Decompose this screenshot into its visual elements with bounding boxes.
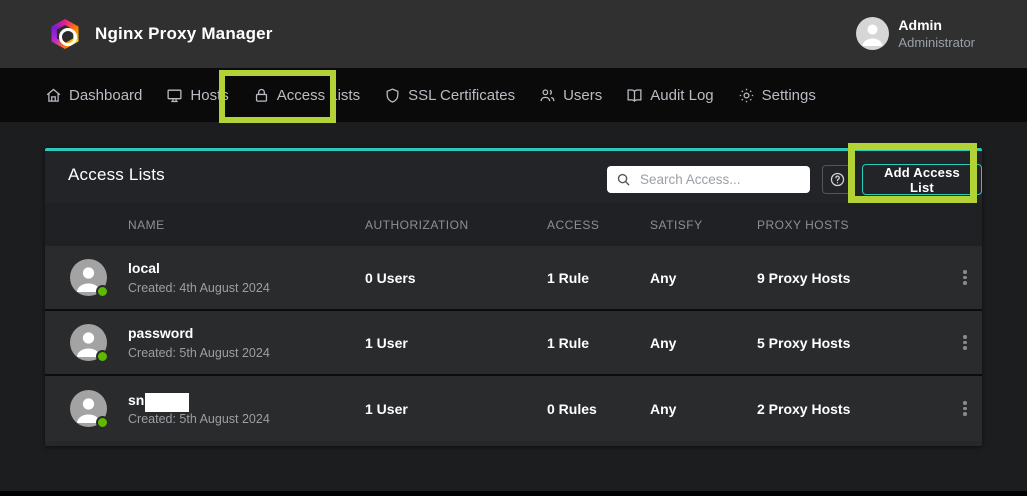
nav-item-settings[interactable]: Settings bbox=[738, 87, 816, 104]
access-list-created: Created: 4th August 2024 bbox=[128, 279, 270, 297]
nav-item-label: Audit Log bbox=[650, 87, 713, 104]
proxy-hosts-value: 2 Proxy Hosts bbox=[757, 401, 948, 417]
row-actions-kebab-icon[interactable] bbox=[948, 395, 982, 422]
nav-item-label: Access Lists bbox=[277, 87, 360, 104]
users-icon bbox=[539, 87, 556, 104]
main-nav: Dashboard Hosts Access Lists SSL Certifi… bbox=[0, 68, 1027, 122]
proxy-hosts-value: 5 Proxy Hosts bbox=[757, 335, 948, 351]
access-value: 1 Rule bbox=[547, 270, 650, 286]
access-list-name: local bbox=[128, 258, 270, 278]
access-value: 1 Rule bbox=[547, 335, 650, 351]
access-list-avatar bbox=[70, 324, 107, 361]
access-list-created: Created: 5th August 2024 bbox=[128, 344, 270, 362]
app-window: Nginx Proxy Manager Admin Administrator … bbox=[0, 0, 1027, 496]
column-header-proxy-hosts: PROXY HOSTS bbox=[757, 218, 948, 232]
book-icon bbox=[626, 87, 643, 104]
gear-icon bbox=[738, 87, 755, 104]
nav-item-label: SSL Certificates bbox=[408, 87, 515, 104]
home-icon bbox=[45, 87, 62, 104]
row-actions-kebab-icon[interactable] bbox=[948, 329, 982, 356]
nav-item-label: Users bbox=[563, 87, 602, 104]
status-online-dot bbox=[96, 285, 109, 298]
nav-item-ssl-certificates[interactable]: SSL Certificates bbox=[384, 87, 515, 104]
bottom-edge-strip bbox=[0, 491, 1027, 496]
search-field-wrap bbox=[607, 166, 810, 193]
monitor-icon bbox=[166, 87, 183, 104]
user-menu[interactable]: Admin Administrator bbox=[856, 17, 975, 51]
user-name: Admin bbox=[898, 17, 975, 35]
panel-header: Access Lists Add Access List bbox=[45, 151, 982, 203]
app-header: Nginx Proxy Manager Admin Administrator bbox=[0, 0, 1027, 68]
search-input[interactable] bbox=[607, 166, 810, 193]
nav-item-users[interactable]: Users bbox=[539, 87, 602, 104]
nav-item-audit-log[interactable]: Audit Log bbox=[626, 87, 713, 104]
access-list-name: password bbox=[128, 323, 270, 343]
table-row-password[interactable]: password Created: 5th August 2024 1 User… bbox=[45, 311, 982, 376]
table-body: local Created: 4th August 2024 0 Users 1… bbox=[45, 246, 982, 441]
column-header-authorization: AUTHORIZATION bbox=[365, 218, 547, 232]
access-lists-panel: Access Lists Add Access List NAME AUTHOR… bbox=[45, 148, 982, 446]
column-header-name: NAME bbox=[45, 218, 365, 232]
nav-item-label: Settings bbox=[762, 87, 816, 104]
authorization-value: 0 Users bbox=[365, 270, 547, 286]
access-list-avatar bbox=[70, 390, 107, 427]
access-list-created: Created: 5th August 2024 bbox=[128, 410, 270, 428]
authorization-value: 1 User bbox=[365, 335, 547, 351]
nav-item-label: Hosts bbox=[190, 87, 228, 104]
question-circle-icon bbox=[829, 171, 846, 188]
nav-item-access-lists[interactable]: Access Lists bbox=[253, 87, 360, 104]
satisfy-value: Any bbox=[650, 401, 757, 417]
table-row-local[interactable]: local Created: 4th August 2024 0 Users 1… bbox=[45, 246, 982, 311]
access-value: 0 Rules bbox=[547, 401, 650, 417]
lock-icon bbox=[253, 87, 270, 104]
satisfy-value: Any bbox=[650, 270, 757, 286]
access-list-name: sn bbox=[128, 392, 144, 408]
table-header-row: NAME AUTHORIZATION ACCESS SATISFY PROXY … bbox=[45, 203, 982, 246]
nav-item-label: Dashboard bbox=[69, 87, 142, 104]
proxy-hosts-value: 9 Proxy Hosts bbox=[757, 270, 948, 286]
column-header-satisfy: SATISFY bbox=[650, 218, 757, 232]
nav-item-dashboard[interactable]: Dashboard bbox=[45, 87, 142, 104]
user-role: Administrator bbox=[898, 35, 975, 51]
status-online-dot bbox=[96, 416, 109, 429]
satisfy-value: Any bbox=[650, 335, 757, 351]
access-list-avatar bbox=[70, 259, 107, 296]
nginx-proxy-manager-logo-icon bbox=[50, 19, 80, 49]
authorization-value: 1 User bbox=[365, 401, 547, 417]
redaction-box bbox=[145, 393, 189, 412]
column-header-access: ACCESS bbox=[547, 218, 650, 232]
status-online-dot bbox=[96, 350, 109, 363]
user-avatar bbox=[856, 17, 889, 50]
panel-title: Access Lists bbox=[68, 165, 165, 185]
app-title: Nginx Proxy Manager bbox=[95, 24, 273, 44]
nav-item-hosts[interactable]: Hosts bbox=[166, 87, 228, 104]
help-button[interactable] bbox=[822, 165, 852, 194]
row-actions-kebab-icon[interactable] bbox=[948, 264, 982, 291]
table-row-sn-redacted[interactable]: sn Created: 5th August 2024 1 User 0 Rul… bbox=[45, 376, 982, 441]
person-icon bbox=[856, 17, 889, 50]
shield-icon bbox=[384, 87, 401, 104]
add-access-list-button[interactable]: Add Access List bbox=[862, 164, 982, 195]
